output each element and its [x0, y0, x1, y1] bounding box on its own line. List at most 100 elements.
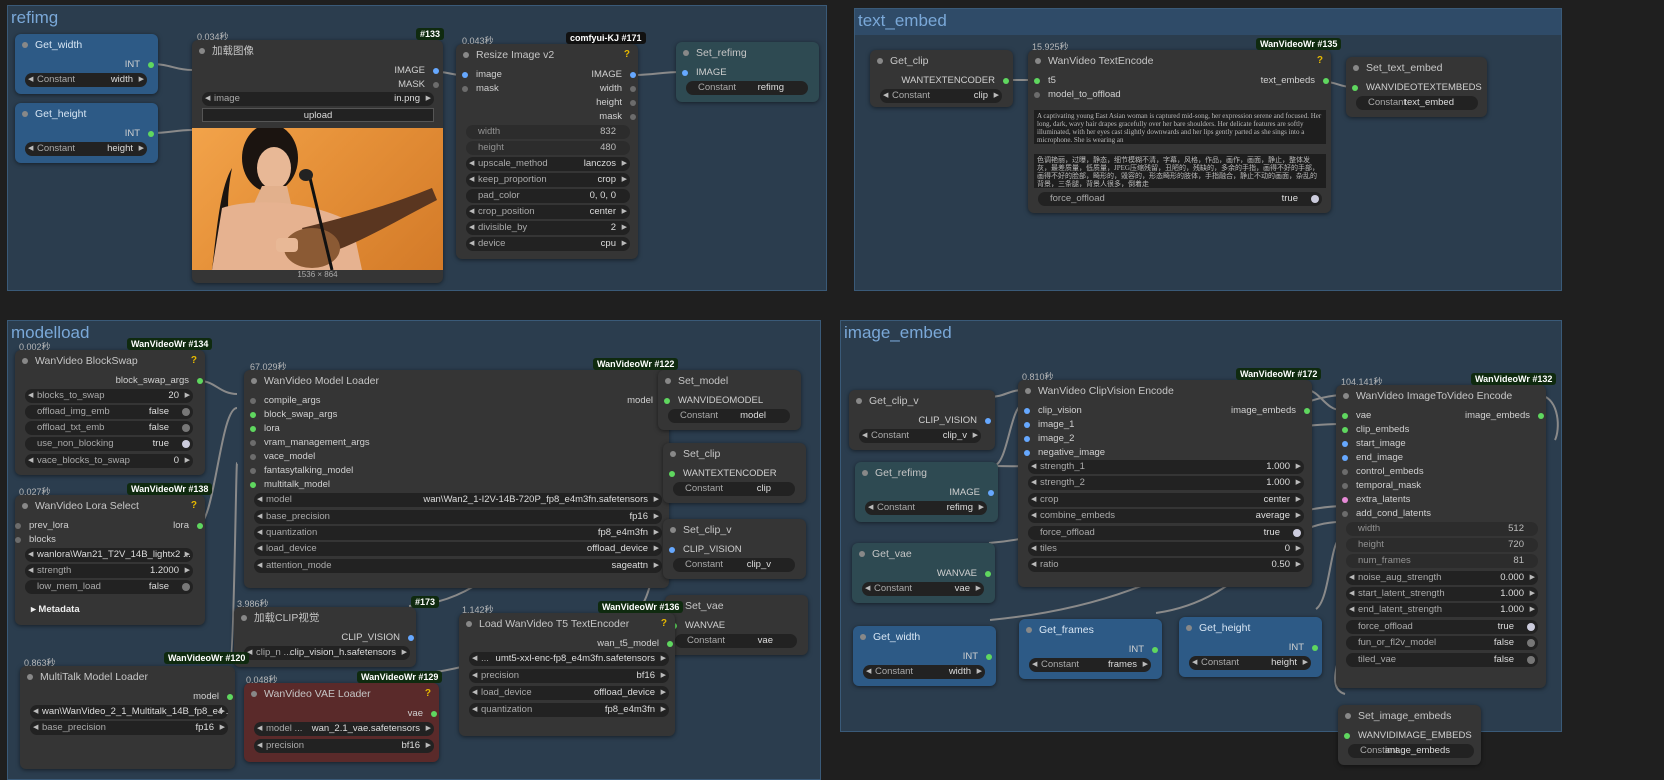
tiles-widget[interactable]: tiles 0 [1028, 542, 1304, 556]
combine-embeds-widget[interactable]: combine_embeds average [1028, 509, 1304, 523]
output-dot[interactable] [1538, 413, 1544, 419]
device-widget[interactable]: device cpu [466, 237, 630, 251]
output-dot[interactable] [667, 641, 673, 647]
vae-model-widget[interactable]: model ... wan_2.1_vae.safetensors [254, 722, 434, 736]
lora-select-node[interactable]: WanVideo Lora Select ? prev_lora blocks … [15, 495, 205, 625]
divisible-by-widget[interactable]: divisible_by 2 [466, 221, 630, 235]
toggle-knob[interactable] [1527, 656, 1535, 664]
help-icon[interactable]: ? [191, 355, 197, 366]
input-clip-vision[interactable]: CLIP_VISION [669, 543, 742, 557]
get-width-node[interactable]: Get_width INT Constant width [15, 34, 158, 94]
input-dot[interactable] [250, 454, 256, 460]
input-dot[interactable] [1342, 455, 1348, 461]
output-dot[interactable] [988, 490, 994, 496]
input-dot[interactable] [250, 468, 256, 474]
output-dot[interactable] [985, 418, 991, 424]
noise-aug-strength-widget[interactable]: noise_aug_strength 0.000 [1346, 571, 1538, 585]
start-latent-strength-widget[interactable]: start_latent_strength 1.000 [1346, 587, 1538, 601]
help-icon[interactable]: ? [1317, 55, 1323, 66]
model-widget[interactable]: model wan\Wan2_1-I2V-14B-720P_fp8_e4m3fn.… [254, 493, 662, 507]
output-int[interactable]: INT [1078, 643, 1158, 657]
output-mask[interactable]: mask [556, 110, 636, 124]
output-dot[interactable] [197, 378, 203, 384]
output-wantextencoder[interactable]: WANTEXTENCODER [889, 74, 1009, 88]
toggle-knob[interactable] [1527, 623, 1535, 631]
multitalk-loader-node[interactable]: MultiTalk Model Loader model wan\WanVide… [20, 666, 235, 769]
output-clip-vision[interactable]: CLIP_VISION [324, 631, 414, 645]
constant-widget[interactable]: Constant height [25, 142, 147, 156]
input-image-embeds[interactable]: WANVIDIMAGE_EMBEDS [1344, 729, 1472, 743]
input-temporal-mask[interactable]: temporal_mask [1342, 479, 1421, 493]
toggle-knob[interactable] [1293, 529, 1301, 537]
output-dot[interactable] [985, 571, 991, 577]
output-width[interactable]: width [556, 82, 636, 96]
constant-widget[interactable]: Constant clip_v [673, 558, 795, 572]
output-model[interactable]: model [173, 690, 233, 704]
blockswap-node[interactable]: WanVideo BlockSwap ? block_swap_args blo… [15, 350, 205, 475]
input-image[interactable]: image [462, 68, 502, 82]
set-clip-node[interactable]: Set_clip WANTEXTENCODER Constant clip [663, 443, 806, 503]
input-image[interactable]: IMAGE [682, 66, 727, 80]
input-dot[interactable] [15, 537, 21, 543]
output-wan-t5-model[interactable]: wan_t5_model [573, 637, 673, 651]
pad-color-widget[interactable]: pad_color 0, 0, 0 [466, 189, 630, 203]
input-control-embeds[interactable]: control_embeds [1342, 465, 1424, 479]
input-extra-latents[interactable]: extra_latents [1342, 493, 1410, 507]
model-loader-node[interactable]: WanVideo Model Loader model compile_args… [244, 370, 669, 588]
output-dot[interactable] [630, 86, 636, 92]
fun-or-fl2v-model-toggle[interactable]: fun_or_fl2v_model false [1346, 636, 1538, 650]
strength-2-widget[interactable]: strength_2 1.000 [1028, 476, 1304, 490]
output-dot[interactable] [630, 114, 636, 120]
input-dot[interactable] [1342, 497, 1348, 503]
set-clip-v-node[interactable]: Set_clip_v CLIP_VISION Constant clip_v [663, 519, 806, 579]
output-image-embeds[interactable]: image_embeds [1210, 404, 1310, 418]
model-widget[interactable]: wan\WanVideo_2_1_Multitalk_14B_fp8_e4 ..… [30, 705, 228, 719]
tiled-vae-toggle[interactable]: tiled_vae false [1346, 653, 1538, 667]
output-dot[interactable] [630, 72, 636, 78]
vae-loader-node[interactable]: WanVideo VAE Loader ? vae model ... wan_2… [244, 683, 439, 762]
set-refimg-node[interactable]: Set_refimg IMAGE Constant refimg [676, 42, 819, 102]
input-image-2[interactable]: image_2 [1024, 432, 1074, 446]
vace-blocks-to-swap-widget[interactable]: vace_blocks_to_swap 0 [25, 454, 193, 468]
constant-widget[interactable]: Constant vae [675, 634, 797, 648]
input-vae[interactable]: vae [1342, 409, 1371, 423]
input-wantextencoder[interactable]: WANTEXTENCODER [669, 467, 777, 481]
output-text-embeds[interactable]: text_embeds [1229, 74, 1329, 88]
input-dot[interactable] [1034, 78, 1040, 84]
get-vae-node[interactable]: Get_vae WANVAE Constant vae [852, 543, 995, 603]
input-end-image[interactable]: end_image [1342, 451, 1403, 465]
input-dot[interactable] [669, 471, 675, 477]
input-compile-args[interactable]: compile_args [250, 394, 321, 408]
input-dot[interactable] [1024, 422, 1030, 428]
load-device-widget[interactable]: load_device offload_device [469, 686, 669, 700]
clipvision-encode-node[interactable]: WanVideo ClipVision Encode image_embeds … [1018, 380, 1312, 587]
input-dot[interactable] [1342, 483, 1348, 489]
constant-widget[interactable]: Constant refimg [865, 501, 987, 515]
output-dot[interactable] [1003, 78, 1009, 84]
input-start-image[interactable]: start_image [1342, 437, 1406, 451]
metadata-toggle[interactable]: ▸ Metadata [31, 603, 80, 617]
keep-proportion-widget[interactable]: keep_proportion crop [466, 173, 630, 187]
constant-widget[interactable]: Constant model [668, 409, 790, 423]
input-image-1[interactable]: image_1 [1024, 418, 1074, 432]
toggle-knob[interactable] [1311, 195, 1319, 203]
force-offload-toggle[interactable]: force_offload true [1038, 192, 1322, 206]
set-model-node[interactable]: Set_model WANVIDEOMODEL Constant model [658, 370, 801, 430]
output-image-embeds[interactable]: image_embeds [1454, 409, 1544, 423]
resize-image-node[interactable]: Resize Image v2 ? image mask IMAGE width… [456, 44, 638, 259]
get-clip-node[interactable]: Get_clip WANTEXTENCODER Constant clip [870, 50, 1013, 107]
output-image[interactable]: IMAGE [359, 64, 439, 78]
output-int[interactable]: INT [74, 127, 154, 141]
quantization-widget[interactable]: quantization fp8_e4m3fn [469, 703, 669, 717]
width-widget[interactable]: width 512 [1346, 522, 1538, 536]
input-dot[interactable] [1342, 427, 1348, 433]
get-clip-v-node[interactable]: Get_clip_v CLIP_VISION Constant clip_v [849, 390, 995, 450]
constant-widget[interactable]: Constant width [863, 665, 985, 679]
toggle-knob[interactable] [182, 424, 190, 432]
toggle-knob[interactable] [182, 583, 190, 591]
input-block-swap-args[interactable]: block_swap_args [250, 408, 337, 422]
input-textembeds[interactable]: WANVIDEOTEXTEMBEDS [1352, 81, 1482, 95]
input-dot[interactable] [250, 440, 256, 446]
input-add-cond-latents[interactable]: add_cond_latents [1342, 507, 1431, 521]
output-dot[interactable] [431, 711, 437, 717]
